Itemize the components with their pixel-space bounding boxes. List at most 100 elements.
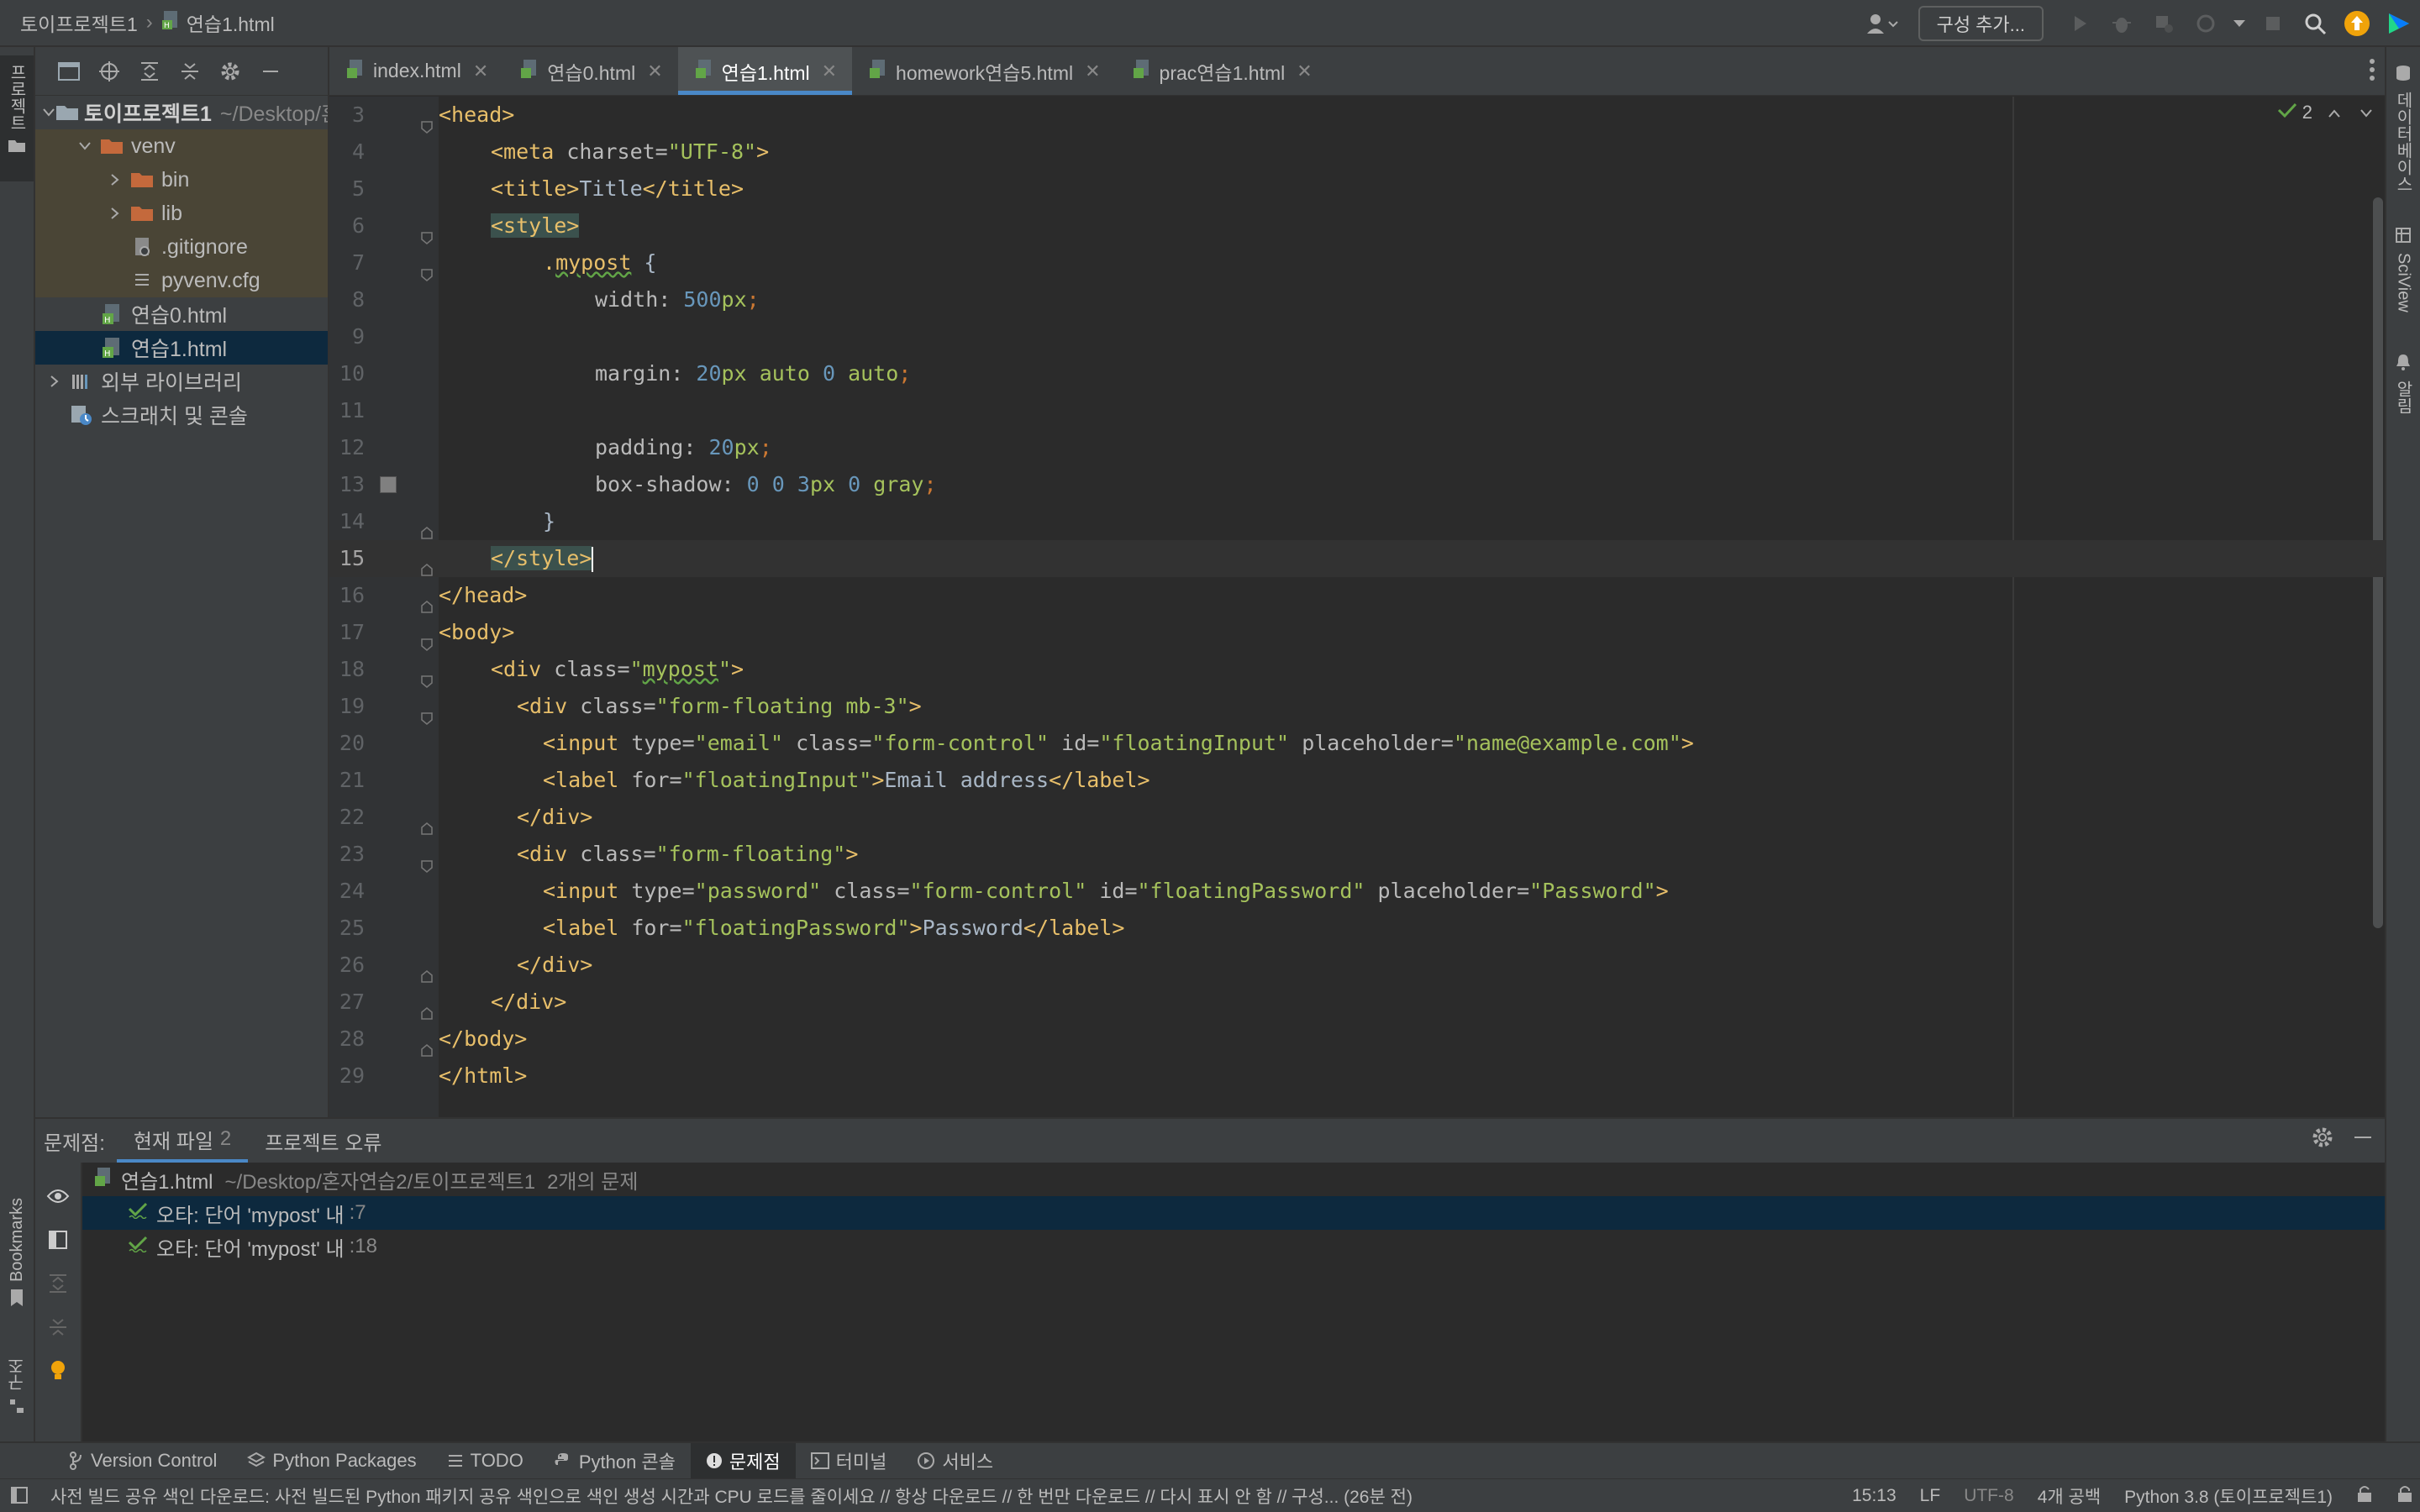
chevron-right-icon[interactable]	[103, 173, 128, 186]
fold-icon[interactable]	[420, 1032, 434, 1057]
line-number: 22	[339, 805, 365, 829]
fold-icon[interactable]	[420, 515, 434, 539]
tab-terminal[interactable]: 터미널	[796, 1443, 902, 1478]
line-separator[interactable]: LF	[1920, 1486, 1941, 1506]
stop-icon[interactable]	[2254, 5, 2291, 42]
project-tool-tab[interactable]: 프로젝트	[0, 55, 34, 181]
more-run-options-icon[interactable]	[2229, 5, 2249, 42]
run-icon[interactable]	[2061, 5, 2098, 42]
code-token: gray	[860, 472, 924, 496]
indent-setting[interactable]: 4개 공백	[2038, 1483, 2101, 1509]
close-icon[interactable]: ✕	[1085, 60, 1100, 82]
tab-project-errors[interactable]: 프로젝트 오류	[248, 1119, 398, 1163]
bookmarks-tool-tab[interactable]: Bookmarks	[0, 1198, 34, 1311]
lock-icon[interactable]	[2356, 1484, 2373, 1508]
tab-services[interactable]: 서비스	[902, 1443, 1008, 1478]
status-message[interactable]: 사전 빌드 공유 색인 다운로드: 사전 빌드된 Python 패키지 공유 색…	[50, 1483, 1840, 1509]
tree-item-venv[interactable]: venv	[35, 129, 328, 163]
expand-all-icon[interactable]	[133, 55, 166, 88]
update-icon[interactable]	[2338, 5, 2375, 42]
collapse-all-icon[interactable]	[173, 55, 207, 88]
minimize-icon[interactable]	[254, 55, 287, 88]
tree-item-root[interactable]: 토이프로젝트1 ~/Desktop/혼자연습2/토이프로젝트1	[35, 96, 328, 129]
profile-icon[interactable]	[2187, 5, 2224, 42]
tree-item-html1[interactable]: H 연습1.html	[35, 331, 328, 365]
tab-current-file[interactable]: 현재 파일 2	[116, 1119, 249, 1163]
crumb-project[interactable]: 토이프로젝트1	[20, 8, 138, 37]
tab-prac1[interactable]: prac연습1.html ✕	[1116, 47, 1328, 95]
project-view-icon[interactable]	[52, 55, 86, 88]
chevron-right-icon[interactable]	[103, 207, 128, 220]
tab-index-html[interactable]: index.html ✕	[329, 47, 503, 95]
chevron-down-icon[interactable]	[72, 141, 97, 151]
fold-icon[interactable]	[420, 995, 434, 1020]
code-editor[interactable]: 2 3 <head> 4 <meta charset="UTF-8"> 5 <t…	[329, 97, 2385, 1125]
tree-item-external-libs[interactable]: 외부 라이브러리	[35, 365, 328, 398]
close-icon[interactable]: ✕	[647, 60, 662, 82]
fold-icon[interactable]	[420, 663, 434, 688]
problem-item[interactable]: 오타: 단어 'mypost' 내 :18	[82, 1230, 2385, 1263]
expand-all-icon[interactable]	[48, 1262, 68, 1305]
tab-problems[interactable]: 문제점	[690, 1443, 796, 1478]
chevron-right-icon[interactable]	[42, 375, 67, 388]
fold-icon[interactable]	[420, 589, 434, 613]
fold-icon[interactable]	[420, 256, 434, 281]
panel-toggle-icon[interactable]	[10, 1486, 29, 1509]
fold-icon[interactable]	[420, 219, 434, 244]
tab-python-packages[interactable]: Python Packages	[232, 1443, 431, 1478]
fold-icon[interactable]	[420, 626, 434, 651]
tree-item-scratches[interactable]: 스크래치 및 콘솔	[35, 398, 328, 432]
fold-icon[interactable]	[420, 958, 434, 983]
chevron-down-icon[interactable]	[42, 108, 55, 118]
locate-icon[interactable]	[92, 55, 126, 88]
preview-icon[interactable]	[48, 1218, 68, 1262]
add-configuration-button[interactable]: 구성 추가...	[1918, 6, 2044, 41]
fold-icon[interactable]	[420, 552, 434, 576]
collapse-all-icon[interactable]	[48, 1305, 68, 1349]
structure-tool-tab[interactable]: 구조	[0, 1357, 34, 1419]
notifications-tool-tab[interactable]: 알림	[2386, 353, 2420, 414]
user-icon[interactable]	[1857, 5, 1907, 42]
gear-icon[interactable]	[213, 55, 247, 88]
tab-homework5[interactable]: homework연습5.html ✕	[852, 47, 1115, 95]
python-interpreter[interactable]: Python 3.8 (토이프로젝트1)	[2124, 1483, 2333, 1509]
tree-item-pyvenv[interactable]: pyvenv.cfg	[35, 264, 328, 297]
search-icon[interactable]	[2296, 5, 2333, 42]
jetbrains-logo-icon[interactable]	[2381, 5, 2417, 42]
tab-html1[interactable]: 연습1.html ✕	[677, 47, 853, 95]
more-vertical-icon[interactable]	[2368, 57, 2376, 87]
fold-icon[interactable]	[420, 700, 434, 725]
tree-item-bin[interactable]: bin	[35, 163, 328, 197]
color-swatch-icon[interactable]	[380, 476, 397, 493]
tab-html0[interactable]: 연습0.html ✕	[503, 47, 677, 95]
lock-open-icon[interactable]	[2396, 1484, 2413, 1508]
file-encoding[interactable]: UTF-8	[1964, 1486, 2014, 1506]
close-icon[interactable]: ✕	[473, 60, 488, 82]
html-file-icon	[695, 59, 713, 84]
eye-icon[interactable]	[46, 1174, 70, 1218]
tab-version-control[interactable]: Version Control	[54, 1443, 232, 1478]
fold-icon[interactable]	[420, 811, 434, 835]
problem-file-row[interactable]: 연습1.html ~/Desktop/혼자연습2/토이프로젝트1 2개의 문제	[82, 1163, 2385, 1196]
sciview-tool-tab[interactable]: SciView	[2386, 227, 2420, 312]
tab-todo[interactable]: TODO	[432, 1443, 539, 1478]
tab-python-console[interactable]: Python 콘솔	[539, 1443, 691, 1478]
coverage-icon[interactable]	[2145, 5, 2182, 42]
tree-item-lib[interactable]: lib	[35, 197, 328, 230]
close-icon[interactable]: ✕	[1297, 60, 1312, 82]
lightbulb-icon[interactable]	[49, 1349, 67, 1393]
problem-item[interactable]: 오타: 단어 'mypost' 내 :7	[82, 1196, 2385, 1230]
caret-position[interactable]: 15:13	[1852, 1486, 1897, 1506]
debug-icon[interactable]	[2103, 5, 2140, 42]
fold-icon[interactable]	[420, 108, 434, 134]
tree-item-gitignore[interactable]: .gitignore	[35, 230, 328, 264]
close-icon[interactable]: ✕	[822, 60, 837, 82]
tree-item-html0[interactable]: H 연습0.html	[35, 297, 328, 331]
crumb-file[interactable]: 연습1.html	[187, 8, 275, 37]
html-file-icon	[346, 59, 365, 84]
database-tool-tab[interactable]: 데이터베이스	[2386, 64, 2420, 192]
fold-icon[interactable]	[420, 848, 434, 873]
minimize-icon[interactable]	[2353, 1126, 2373, 1155]
gear-icon[interactable]	[2311, 1126, 2334, 1155]
